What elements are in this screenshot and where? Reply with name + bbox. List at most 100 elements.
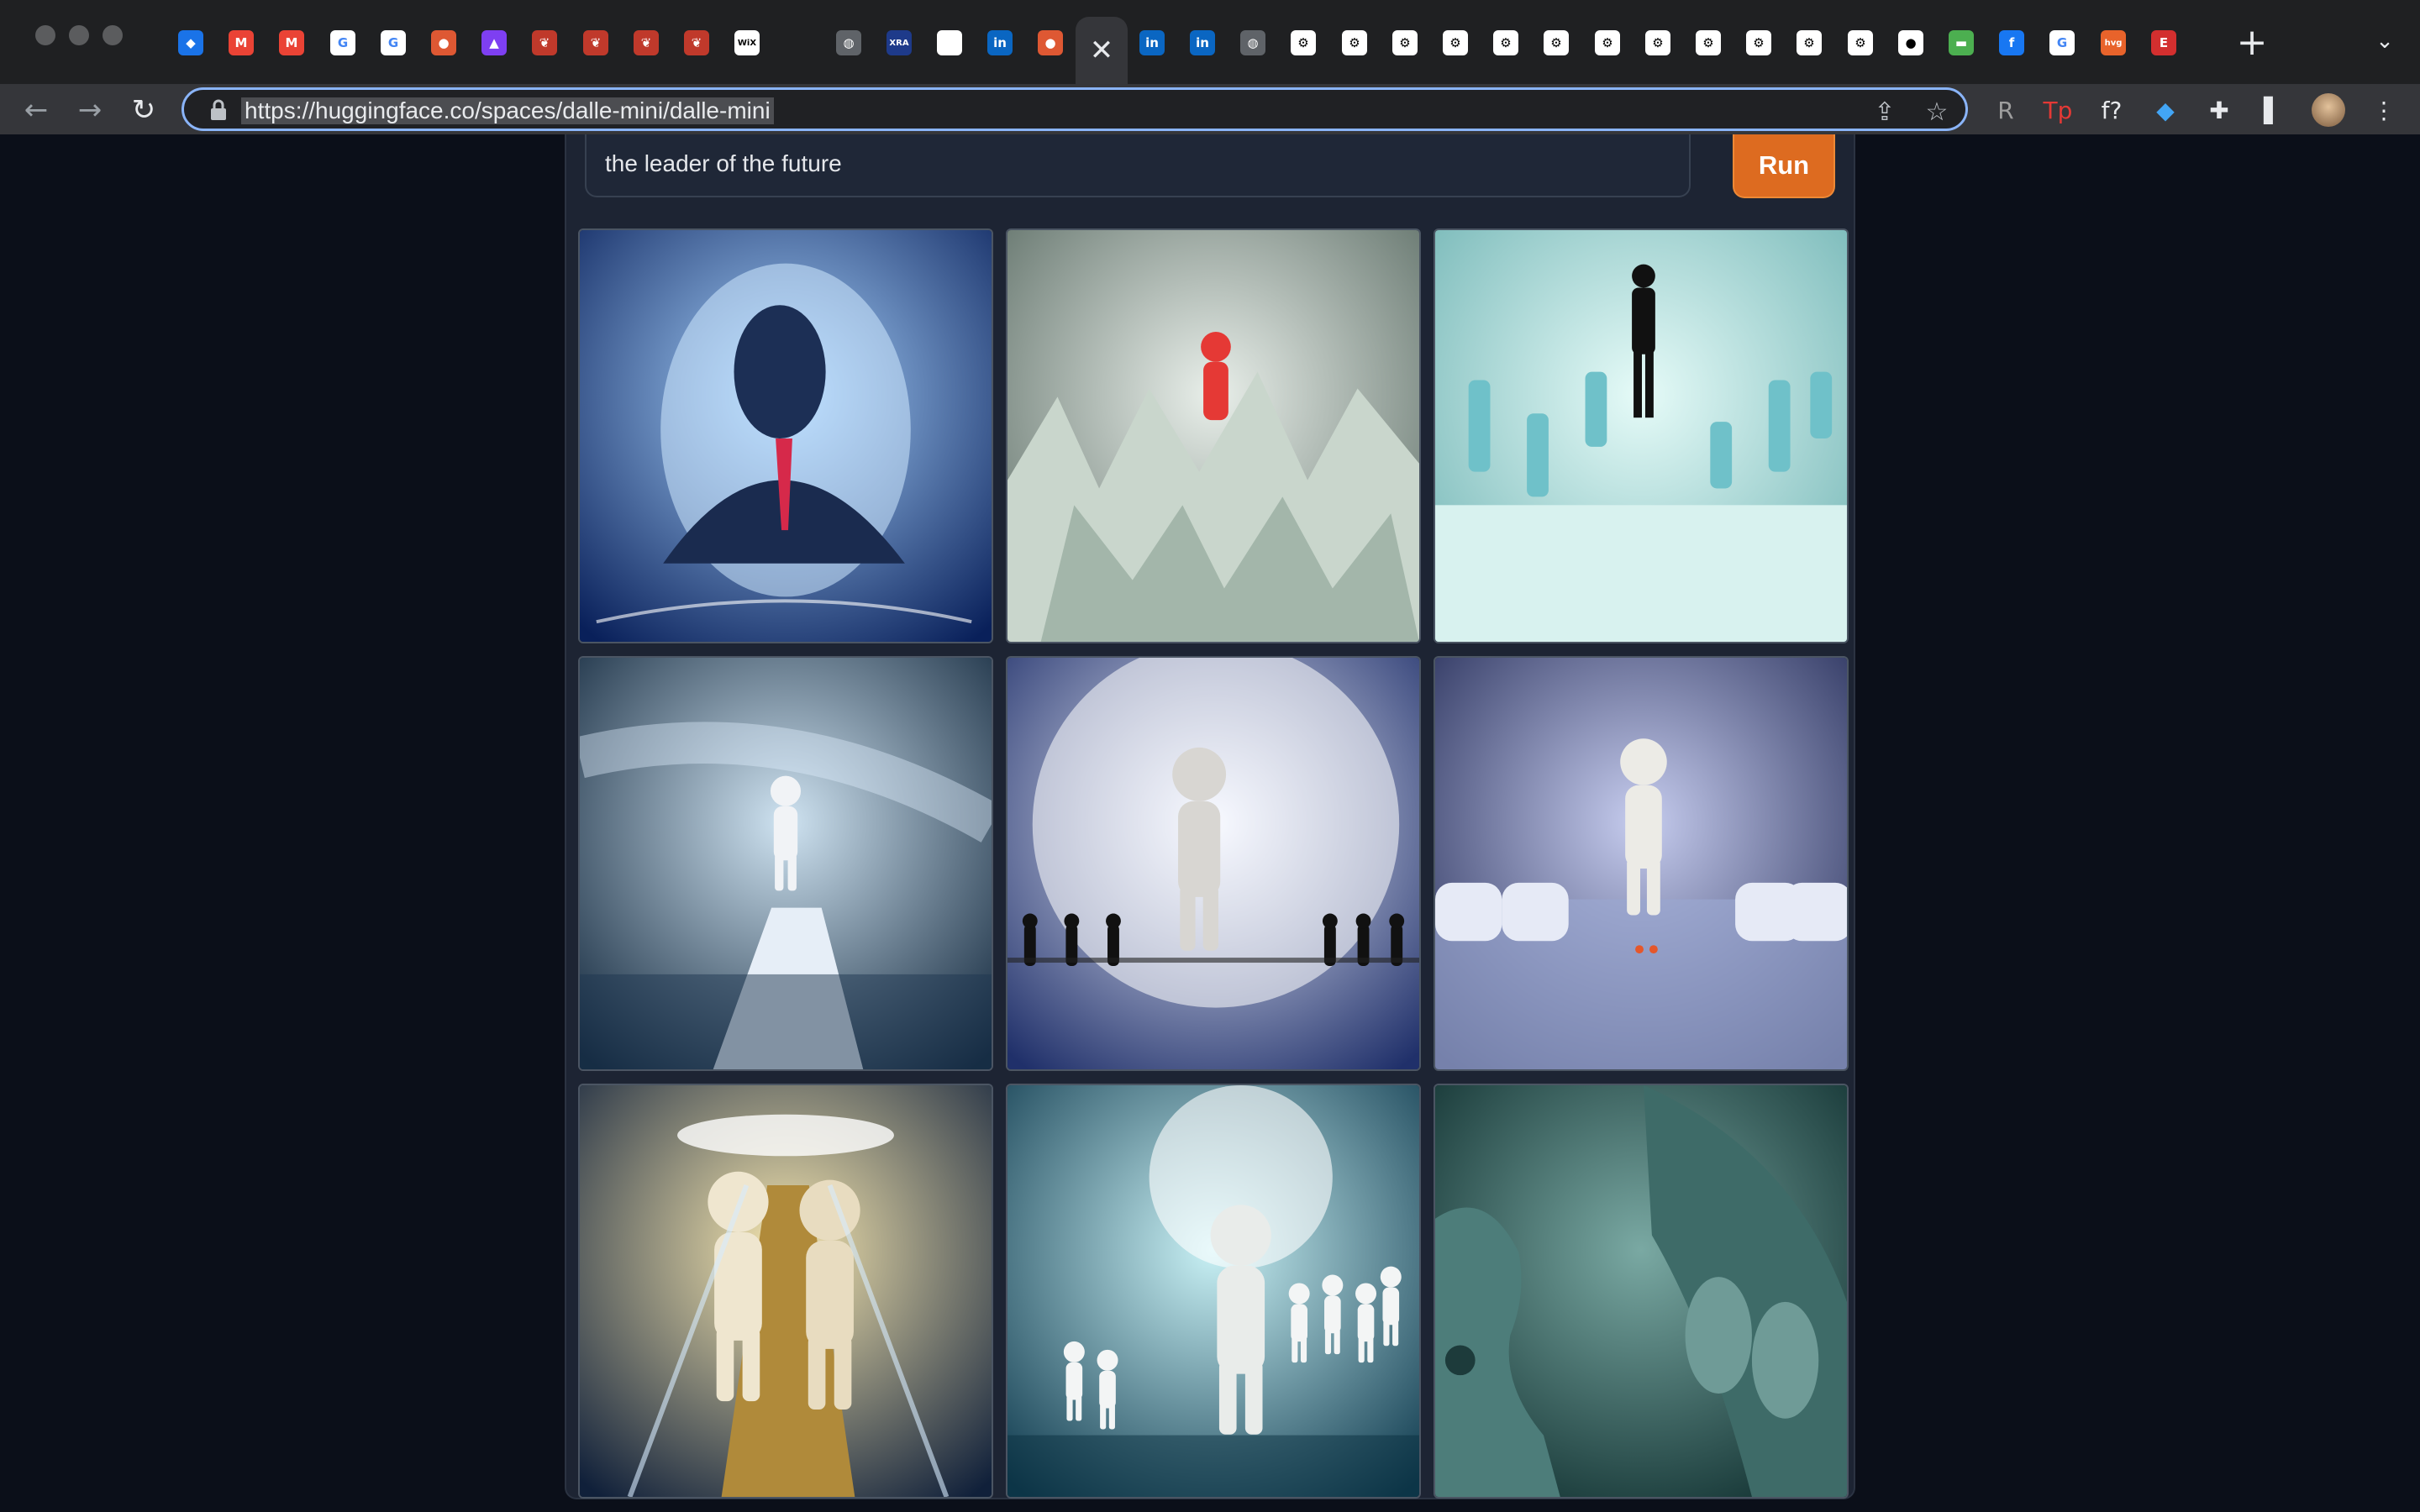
generated-image[interactable] (1006, 656, 1421, 1071)
gear-icon: ⚙ (1493, 30, 1518, 55)
browser-tab[interactable]: ⚙ (1733, 17, 1785, 69)
browser-tab[interactable]: ⚙ (1632, 17, 1684, 69)
browser-tab[interactable]: ❦ (518, 17, 571, 69)
browser-tab[interactable]: ⚙ (1581, 17, 1634, 69)
browser-tab[interactable]: hvg (2087, 17, 2139, 69)
google-icon: G (330, 30, 355, 55)
browser-tab[interactable]: ◍ (823, 17, 875, 69)
browser-tab[interactable]: ❦ (671, 17, 723, 69)
tab-strip: ◆ M M G G ● ▲ ❦ ❦ ❦ ❦ WiX ◍ XRA in ● ✕ in in ◍ ⚙ ⚙ ⚙ ⚙ ⚙ ⚙ ⚙ ⚙ ⚙ ⚙ ⚙ ⚙ ●… (165, 17, 2302, 84)
browser-tab[interactable]: G (2036, 17, 2088, 69)
globe-icon: ◍ (1240, 30, 1265, 55)
gear-icon: ⚙ (1797, 30, 1822, 55)
browser-tab[interactable]: ❦ (570, 17, 622, 69)
browser-tab[interactable]: M (266, 17, 318, 69)
gear-icon: ⚙ (1544, 30, 1569, 55)
generated-image[interactable] (578, 656, 993, 1071)
browser-tab[interactable]: in (974, 17, 1026, 69)
browser-tab[interactable]: ⚙ (1834, 17, 1886, 69)
browser-tab[interactable]: in (1126, 17, 1178, 69)
browser-tab[interactable]: ◆ (165, 17, 217, 69)
gear-icon: ⚙ (1645, 30, 1670, 55)
browser-tab[interactable]: ▬ (1935, 17, 1987, 69)
duckduckgo-icon: ● (1038, 30, 1063, 55)
red-feather-icon: ❦ (634, 30, 659, 55)
generated-image[interactable] (578, 228, 993, 643)
hvg-icon: hvg (2101, 30, 2126, 55)
gem-icon: ◆ (178, 30, 203, 55)
prompt-input[interactable]: the leader of the future (585, 134, 1691, 197)
page-viewport: the leader of the future Run (0, 134, 2420, 1512)
tab-search-chevron-icon[interactable]: ⌄ (2368, 24, 2402, 57)
bookmark-star-icon[interactable]: ☆ (1920, 95, 1954, 129)
browser-tab[interactable]: XRA (873, 17, 925, 69)
forward-button[interactable]: → (71, 91, 109, 129)
lock-icon (211, 99, 226, 120)
share-icon[interactable]: ⇪ (1868, 95, 1902, 129)
green-app-icon: ▬ (1949, 30, 1974, 55)
browser-tab[interactable]: ❦ (620, 17, 672, 69)
browser-tab[interactable] (923, 17, 976, 69)
generated-image[interactable] (1006, 228, 1421, 643)
purple-app-icon: ▲ (481, 30, 507, 55)
r-extension-icon[interactable]: R (1988, 92, 2023, 128)
generated-image[interactable] (1434, 656, 1849, 1071)
browser-tab[interactable]: ⚙ (1429, 17, 1481, 69)
google-icon: G (381, 30, 406, 55)
reload-button[interactable]: ↻ (124, 91, 163, 129)
globe-icon: ◍ (836, 30, 861, 55)
browser-tab[interactable]: ⚙ (1682, 17, 1734, 69)
browser-tab[interactable]: ● (418, 17, 470, 69)
browser-tab[interactable]: ⚙ (1783, 17, 1835, 69)
browser-tab[interactable]: WiX (721, 17, 773, 69)
prompt-row: the leader of the future Run (565, 134, 1855, 218)
red-feather-icon: ❦ (583, 30, 608, 55)
gmail-icon: M (229, 30, 254, 55)
browser-tab[interactable]: ⚙ (1277, 17, 1329, 69)
tp-extension-icon[interactable]: Tp (2040, 92, 2075, 128)
browser-tab[interactable]: G (317, 17, 369, 69)
browser-tab[interactable]: ✕ (1076, 17, 1128, 84)
browser-tab[interactable]: ⚙ (1530, 17, 1582, 69)
browser-tab[interactable]: f (1986, 17, 2038, 69)
browser-tab[interactable]: ⚙ (1328, 17, 1381, 69)
generated-image[interactable] (1006, 1084, 1421, 1499)
generated-image[interactable] (1434, 228, 1849, 643)
gear-icon: ⚙ (1595, 30, 1620, 55)
blank-icon (785, 30, 810, 55)
linkedin-icon: in (987, 30, 1013, 55)
browser-tab[interactable]: ⚙ (1379, 17, 1431, 69)
generated-image[interactable] (1434, 1084, 1849, 1499)
address-bar[interactable]: https://huggingface.co/spaces/dalle-mini… (182, 87, 1968, 131)
window-minimize-button[interactable] (69, 25, 89, 45)
gear-icon: ⚙ (1443, 30, 1468, 55)
side-panel-icon[interactable]: ▌ (2255, 92, 2291, 128)
run-button[interactable]: Run (1733, 134, 1835, 198)
new-tab-button[interactable]: + (2231, 17, 2273, 67)
profile-avatar[interactable] (2311, 92, 2346, 128)
browser-tab[interactable]: in (1176, 17, 1228, 69)
wix-icon: WiX (734, 30, 760, 55)
generated-image[interactable] (578, 1084, 993, 1499)
browser-tab[interactable]: E (2138, 17, 2190, 69)
window-zoom-button[interactable] (103, 25, 123, 45)
font-extension-icon[interactable]: f? (2094, 92, 2129, 128)
back-button[interactable]: ← (17, 91, 55, 129)
google-icon: G (2049, 30, 2075, 55)
window-close-button[interactable] (35, 25, 55, 45)
gear-icon: ⚙ (1696, 30, 1721, 55)
gem-extension-icon[interactable]: ◆ (2148, 92, 2183, 128)
browser-tab[interactable]: ◍ (1227, 17, 1279, 69)
browser-tab[interactable]: M (215, 17, 267, 69)
gear-icon: ⚙ (1746, 30, 1771, 55)
puzzle-icon[interactable]: ✚ (2202, 92, 2237, 128)
url-text[interactable]: https://huggingface.co/spaces/dalle-mini… (241, 97, 774, 124)
browser-tab[interactable]: G (367, 17, 419, 69)
browser-tab[interactable]: ● (1024, 17, 1076, 69)
browser-tab[interactable]: ● (1885, 17, 1937, 69)
browser-tab[interactable]: ▲ (468, 17, 520, 69)
browser-menu-icon[interactable]: ⋮ (2366, 92, 2402, 128)
browser-tab[interactable]: ⚙ (1480, 17, 1532, 69)
facebook-icon: f (1999, 30, 2024, 55)
browser-tab[interactable] (771, 17, 823, 69)
